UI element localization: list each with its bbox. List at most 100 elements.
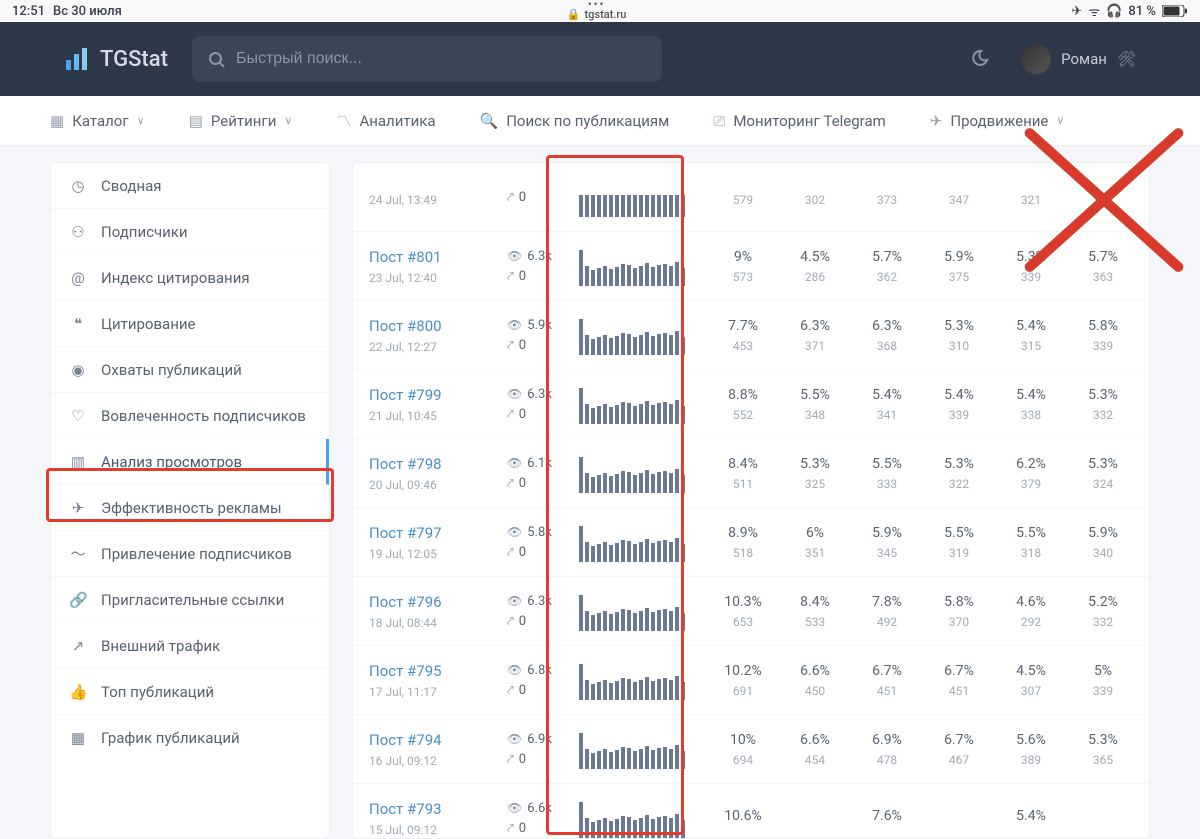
table-row: Пост #798 20 Jul, 09:46 👁6.1k ⤤0 8.4%511…: [353, 439, 1149, 508]
post-link[interactable]: Пост #795: [369, 662, 499, 680]
post-link[interactable]: Пост #794: [369, 731, 499, 749]
sidebar-item-label: Сводная: [101, 177, 161, 195]
post-date: 22 Jul, 12:27: [369, 340, 499, 354]
metric-pct: 5.6%: [1143, 387, 1150, 403]
metric-cell: 5.4%315: [999, 318, 1063, 353]
views-stat: 👁6.3k: [507, 249, 565, 264]
metric-val: 340: [1071, 546, 1135, 560]
metric-cell: 4.7%270: [1143, 525, 1150, 560]
metric-val: 467: [927, 753, 991, 767]
metric-pct: 4.8%: [1143, 456, 1150, 472]
metric-cell: 4.6%292: [999, 594, 1063, 629]
sidebar-item[interactable]: 〜Привлечение подписчиков: [51, 531, 329, 577]
topnav-item[interactable]: 🔍Поиск по публикациям: [480, 112, 670, 130]
metric-val: 450: [783, 684, 847, 698]
metric-cell: 314: [1143, 188, 1150, 207]
external-icon: ↗: [69, 637, 87, 655]
metric-cell: 4.5%307: [999, 663, 1063, 698]
share-icon: ⤤: [507, 683, 514, 698]
eye-icon: 👁: [507, 732, 522, 746]
metric-pct: 5.4%: [999, 318, 1063, 334]
at-icon: @: [69, 269, 87, 287]
metric-cell: 5.4%374: [1143, 732, 1150, 767]
metric-pct: 5.9%: [855, 525, 919, 541]
post-link[interactable]: Пост #801: [369, 248, 499, 266]
sidebar-item[interactable]: ♡Вовлеченность подписчиков: [51, 393, 329, 439]
metric-pct: 5.3%: [1071, 732, 1135, 748]
metric-cell: 5.3%324: [1071, 456, 1135, 491]
metric-cell: 5.3%339: [999, 249, 1063, 284]
post-link[interactable]: Пост #796: [369, 593, 499, 611]
nav-icon: ▤: [189, 112, 203, 130]
topnav-item[interactable]: ▦Каталог∨: [50, 112, 145, 130]
metric-val: 270: [1143, 546, 1150, 560]
metric-cell: 6.3%368: [855, 318, 919, 353]
post-link[interactable]: Пост #797: [369, 524, 499, 542]
logo[interactable]: TGStat: [64, 46, 168, 72]
status-date: Вс 30 июля: [53, 4, 122, 19]
metric-val: 552: [711, 408, 775, 422]
sidebar-item[interactable]: ◉Охваты публикаций: [51, 347, 329, 393]
metric-pct: 6.3%: [783, 318, 847, 334]
sidebar-item[interactable]: 👍Топ публикаций: [51, 669, 329, 715]
metric-pct: 5.5%: [999, 525, 1063, 541]
metric-pct: 6.7%: [855, 663, 919, 679]
sidebar-item-label: График публикаций: [101, 729, 240, 747]
metric-cell: 5.8%393: [1143, 663, 1150, 698]
metric-val: 371: [783, 339, 847, 353]
sidebar-item[interactable]: ❝Цитирование: [51, 301, 329, 347]
airplane-icon: ✈: [1071, 4, 1082, 19]
metric-pct: 5.8%: [927, 594, 991, 610]
metric-val: 653: [711, 615, 775, 629]
sidebar-item-label: Подписчики: [101, 223, 188, 241]
metric-pct: 5.9%: [1071, 525, 1135, 541]
eye-icon: 👁: [507, 249, 522, 263]
search-input[interactable]: [236, 50, 646, 68]
search-box[interactable]: [192, 36, 662, 82]
metric-val: 371: [1071, 193, 1135, 207]
avatar: [1021, 44, 1051, 74]
quote-icon: ❝: [69, 315, 87, 333]
post-link[interactable]: Пост #793: [369, 800, 499, 818]
metric-cell: 7.8%492: [855, 594, 919, 629]
views-stat: 👁5.9k: [507, 318, 565, 333]
metric-cell: 5.7%360: [1143, 249, 1150, 284]
theme-toggle-icon[interactable]: [971, 48, 993, 70]
metric-cell: 5.2%332: [1071, 594, 1135, 629]
topnav-item[interactable]: ▤Рейтинги∨: [189, 112, 293, 130]
sparkline-chart: [573, 798, 693, 838]
sidebar-item[interactable]: ✈Эффективность рекламы: [51, 485, 329, 531]
metric-pct: 10.6%: [711, 808, 775, 824]
metric-pct: 6.6%: [783, 663, 847, 679]
metric-val: 389: [999, 753, 1063, 767]
post-link[interactable]: Пост #798: [369, 455, 499, 473]
sidebar-item[interactable]: ◷Сводная: [51, 163, 329, 209]
metric-val: 339: [927, 408, 991, 422]
post-link[interactable]: Пост #799: [369, 386, 499, 404]
metric-val: 302: [783, 193, 847, 207]
nav-icon: 〽: [336, 110, 351, 131]
metric-cell: 5.3%322: [927, 456, 991, 491]
metric-cell: [927, 816, 991, 821]
metric-cell: 5.5%348: [783, 387, 847, 422]
metric-cell: 5.5%333: [855, 456, 919, 491]
topnav-item[interactable]: ✈Продвижение∨: [930, 112, 1065, 130]
sidebar-item[interactable]: ▥Анализ просмотров: [51, 439, 329, 485]
user-menu[interactable]: Роман 🛠: [1021, 44, 1136, 74]
metric-cell: 4.5%286: [783, 249, 847, 284]
metric-val: 511: [711, 477, 775, 491]
sidebar-item[interactable]: ⚇Подписчики: [51, 209, 329, 255]
sidebar-item[interactable]: 🔗Пригласительные ссылки: [51, 577, 329, 623]
topnav-item[interactable]: ⎚Мониторинг Telegram: [713, 112, 886, 130]
sidebar-item[interactable]: ↗Внешний трафик: [51, 623, 329, 669]
sidebar-item[interactable]: ▦График публикаций: [51, 715, 329, 761]
topnav-item[interactable]: 〽Аналитика: [336, 110, 435, 131]
sparkline-chart: [573, 591, 693, 631]
metric-cell: 5.4%: [999, 808, 1063, 829]
metric-val: 453: [711, 339, 775, 353]
sidebar-item[interactable]: @Индекс цитирования: [51, 255, 329, 301]
metric-cell: 5.5%318: [999, 525, 1063, 560]
metric-cell: 6%382: [1143, 594, 1150, 629]
metric-cell: 7.6%: [855, 808, 919, 829]
post-link[interactable]: Пост #800: [369, 317, 499, 335]
